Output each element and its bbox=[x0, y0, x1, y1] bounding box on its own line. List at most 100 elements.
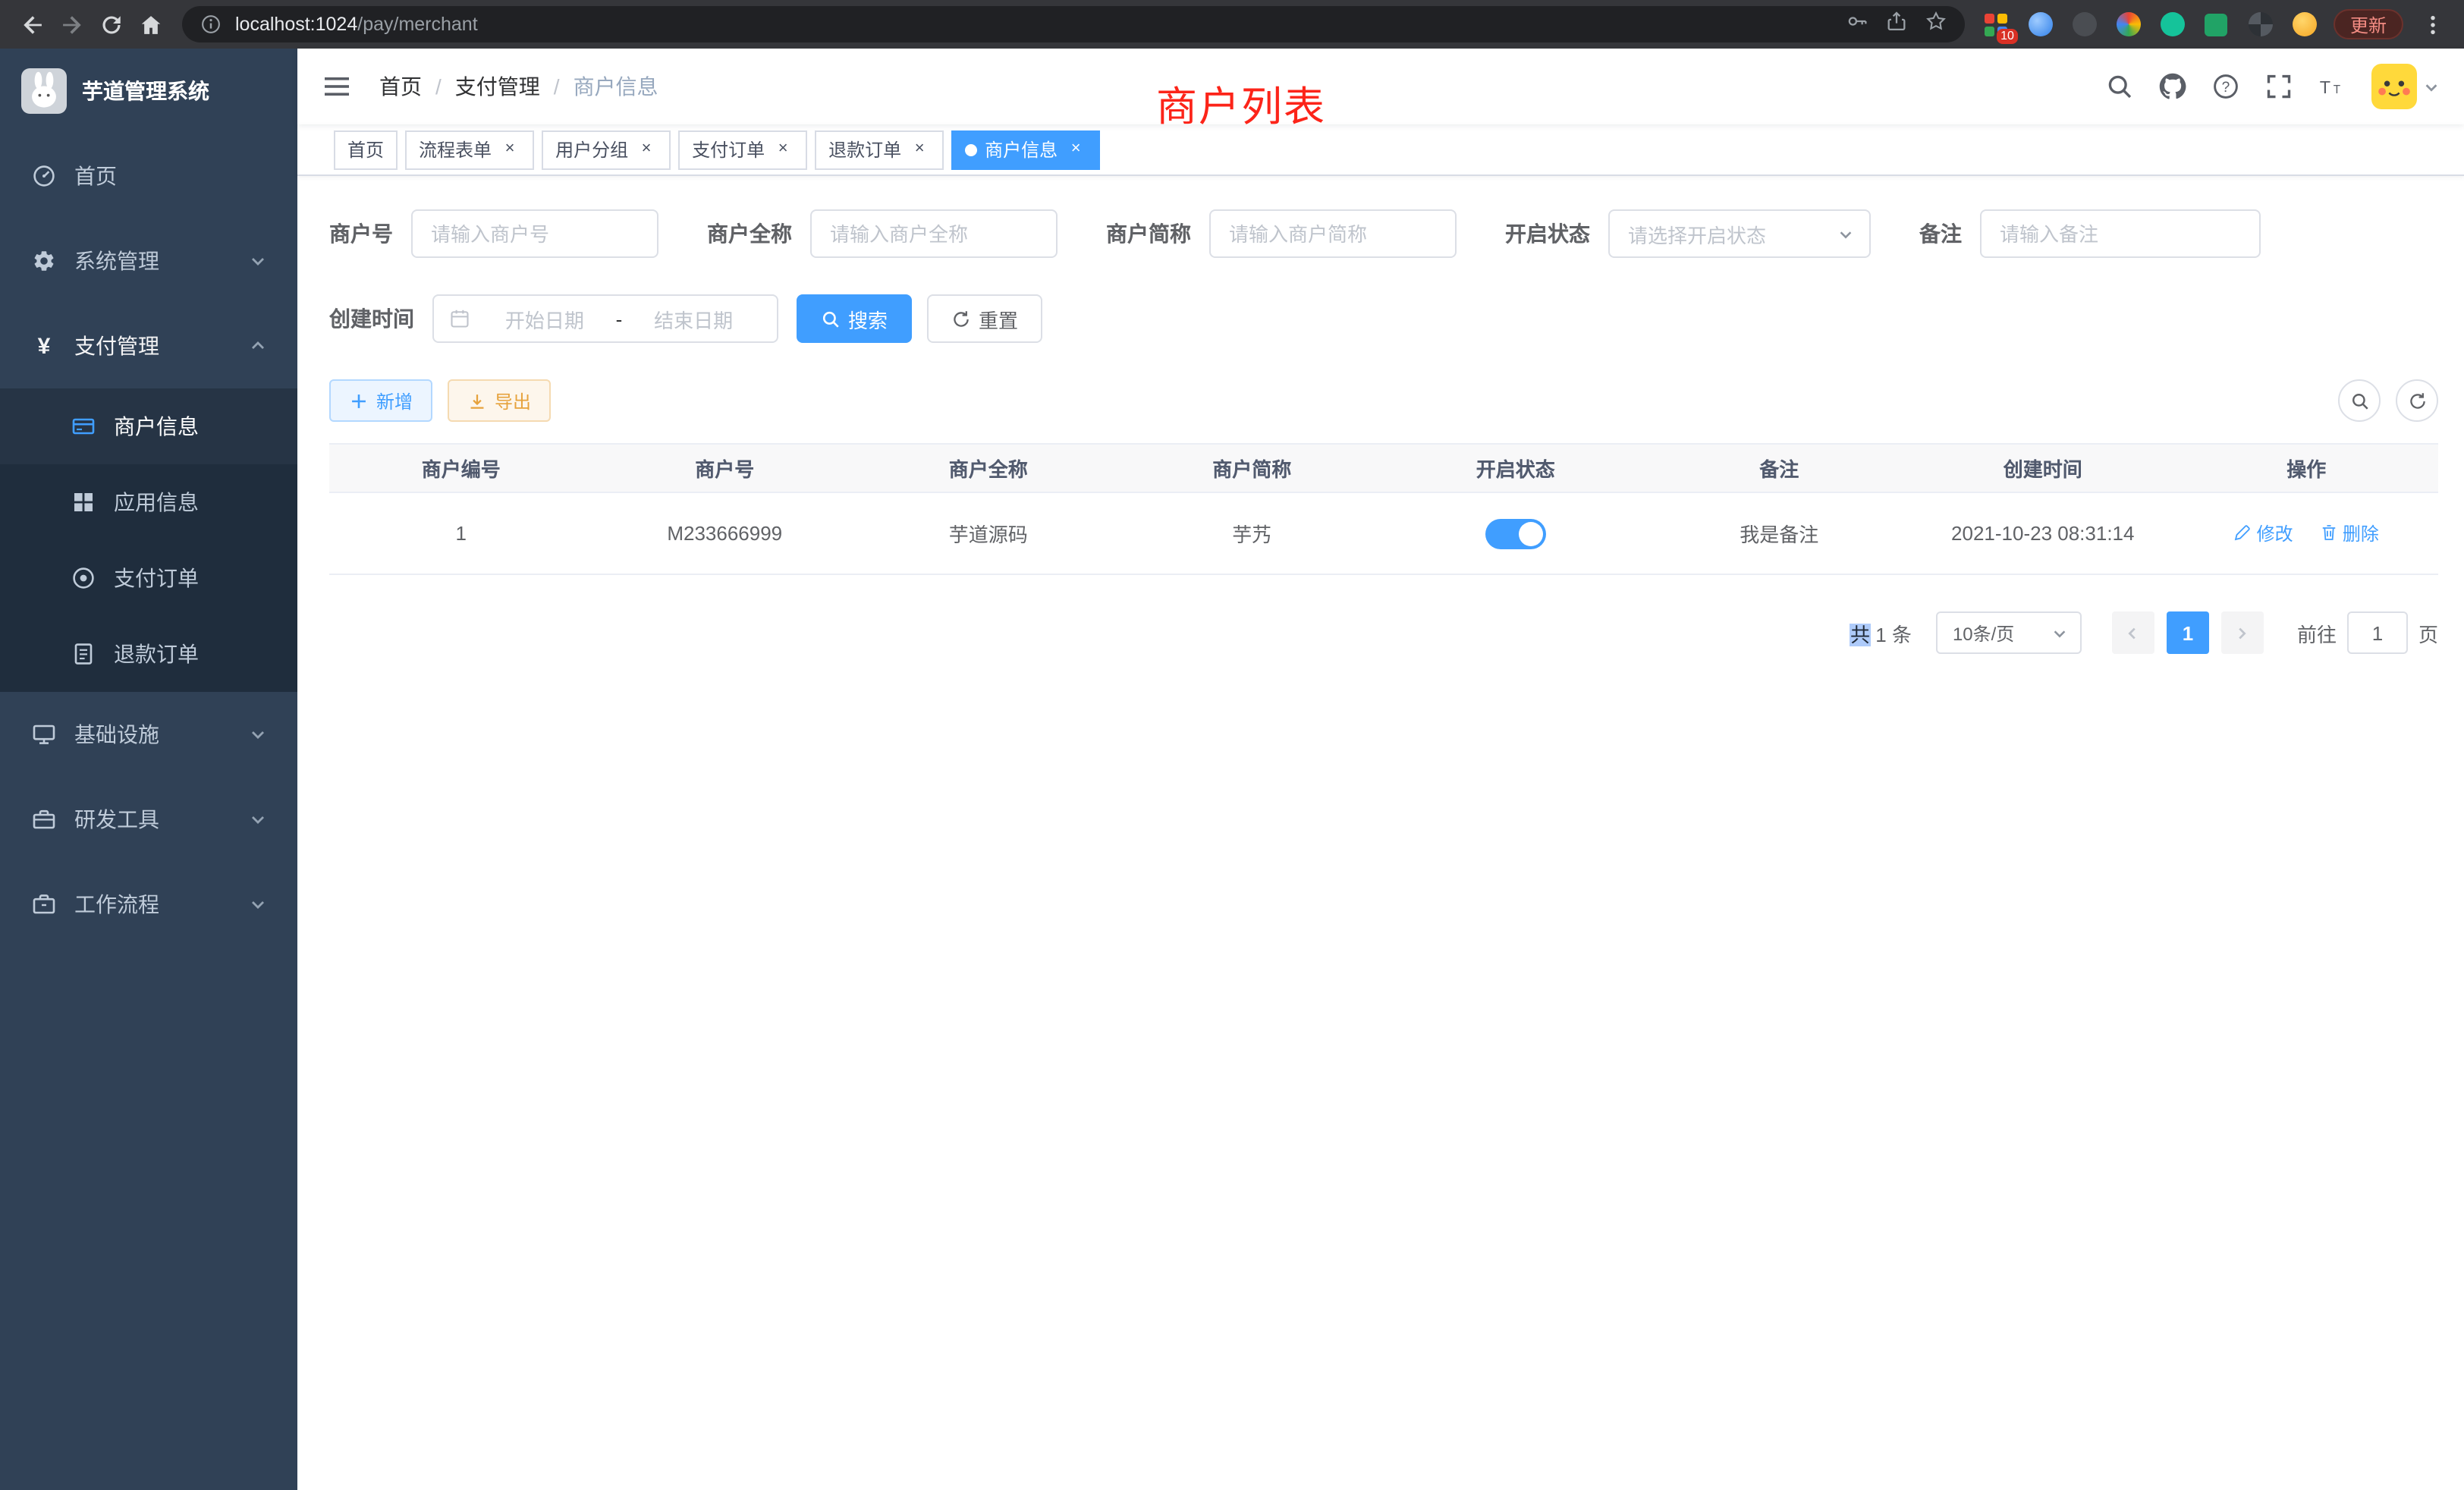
sidebar-item-home[interactable]: 首页 bbox=[0, 134, 297, 218]
page-unit-label: 页 bbox=[2418, 618, 2438, 647]
page-size-select[interactable]: 10条/页 bbox=[1936, 611, 2082, 654]
delete-link[interactable]: 删除 bbox=[2320, 520, 2379, 546]
sidebar-item-payment[interactable]: ¥ 支付管理 bbox=[0, 303, 297, 388]
add-button[interactable]: 新增 bbox=[329, 379, 432, 422]
sidebar-item-app-info[interactable]: 应用信息 bbox=[0, 464, 297, 540]
status-label: 开启状态 bbox=[1505, 218, 1590, 249]
close-icon[interactable]: × bbox=[499, 139, 520, 160]
extension-pinwheel-icon[interactable] bbox=[2241, 5, 2280, 44]
breadcrumb-current: 商户信息 bbox=[574, 71, 658, 102]
chevron-down-icon bbox=[2051, 624, 2068, 641]
prev-page-button[interactable] bbox=[2112, 611, 2154, 654]
password-key-icon[interactable] bbox=[1846, 10, 1868, 39]
sidebar-item-pay-order[interactable]: 支付订单 bbox=[0, 540, 297, 616]
create-time-label: 创建时间 bbox=[329, 303, 414, 334]
browser-update-button[interactable]: 更新 bbox=[2334, 9, 2403, 39]
status-select[interactable]: 请选择开启状态 bbox=[1608, 209, 1871, 258]
goto-page-input[interactable] bbox=[2347, 611, 2408, 654]
browser-forward-icon[interactable] bbox=[52, 5, 91, 44]
search-button[interactable]: 搜索 bbox=[797, 294, 912, 343]
chevron-down-icon bbox=[2423, 78, 2440, 95]
help-icon[interactable]: ? bbox=[2212, 73, 2239, 100]
browser-menu-icon[interactable] bbox=[2412, 5, 2452, 44]
breadcrumb-payment[interactable]: 支付管理 bbox=[455, 71, 540, 102]
tab-user-group[interactable]: 用户分组× bbox=[542, 130, 671, 169]
fullscreen-icon[interactable] bbox=[2265, 73, 2293, 100]
extension-green-square-icon[interactable] bbox=[2197, 5, 2236, 44]
browser-reload-icon[interactable] bbox=[91, 5, 130, 44]
extension-grid-icon[interactable]: 10 bbox=[1977, 5, 2016, 44]
short-name-input[interactable] bbox=[1209, 209, 1457, 258]
table-header-row: 商户编号 商户号 商户全称 商户简称 开启状态 备注 创建时间 操作 bbox=[329, 444, 2438, 492]
github-icon[interactable] bbox=[2159, 73, 2186, 100]
remark-input[interactable] bbox=[1980, 209, 2261, 258]
tab-process-form[interactable]: 流程表单× bbox=[405, 130, 534, 169]
browser-extensions: 10 bbox=[1977, 5, 2324, 44]
address-bar[interactable]: localhost:1024/pay/merchant bbox=[182, 6, 1965, 42]
share-icon[interactable] bbox=[1886, 10, 1907, 39]
browser-home-icon[interactable] bbox=[130, 5, 170, 44]
export-button[interactable]: 导出 bbox=[448, 379, 551, 422]
site-info-icon[interactable] bbox=[200, 14, 222, 35]
edit-link[interactable]: 修改 bbox=[2234, 520, 2293, 546]
merchant-no-input[interactable] bbox=[411, 209, 658, 258]
tab-home[interactable]: 首页 bbox=[334, 130, 398, 169]
toggle-search-icon[interactable] bbox=[2338, 379, 2381, 422]
col-merchant-no: 商户号 bbox=[593, 444, 857, 492]
cell-full-name: 芋道源码 bbox=[856, 492, 1120, 574]
tags-view: 首页 流程表单× 用户分组× 支付订单× 退款订单× 商户信息× bbox=[297, 124, 2464, 176]
page-number-1[interactable]: 1 bbox=[2167, 611, 2209, 654]
extension-face-icon[interactable] bbox=[2285, 5, 2324, 44]
cell-short-name: 芋艿 bbox=[1120, 492, 1384, 574]
search-icon[interactable] bbox=[2106, 73, 2133, 100]
sidebar-item-dev-tools[interactable]: 研发工具 bbox=[0, 777, 297, 862]
document-icon bbox=[70, 642, 97, 666]
page-content: 商户号 商户全称 商户简称 开启状态 请选择开启状态 bbox=[297, 176, 2464, 1490]
extension-dark-circle-icon[interactable] bbox=[2065, 5, 2104, 44]
sidebar-item-infra[interactable]: 基础设施 bbox=[0, 692, 297, 777]
next-page-button[interactable] bbox=[2221, 611, 2264, 654]
extension-drop-icon[interactable] bbox=[2021, 5, 2060, 44]
date-end-placeholder[interactable]: 结束日期 bbox=[625, 304, 762, 333]
sidebar-item-workflow[interactable]: 工作流程 bbox=[0, 862, 297, 947]
cell-merchant-id: 1 bbox=[329, 492, 593, 574]
tab-merchant-info[interactable]: 商户信息× bbox=[951, 130, 1100, 169]
yen-icon: ¥ bbox=[30, 333, 58, 359]
full-name-label: 商户全称 bbox=[707, 218, 792, 249]
date-start-placeholder[interactable]: 开始日期 bbox=[476, 304, 613, 333]
user-avatar[interactable] bbox=[2371, 64, 2440, 109]
breadcrumb-home[interactable]: 首页 bbox=[379, 71, 422, 102]
reset-button[interactable]: 重置 bbox=[927, 294, 1042, 343]
sidebar-item-merchant-info[interactable]: 商户信息 bbox=[0, 388, 297, 464]
tab-refund-order[interactable]: 退款订单× bbox=[815, 130, 944, 169]
col-merchant-id: 商户编号 bbox=[329, 444, 593, 492]
extension-green-circle-icon[interactable] bbox=[2153, 5, 2192, 44]
toolbox-icon bbox=[30, 807, 58, 831]
screenshot-root: localhost:1024/pay/merchant 10 更新 bbox=[0, 0, 2464, 1490]
extension-badge: 10 bbox=[1997, 29, 2018, 44]
tab-pay-order[interactable]: 支付订单× bbox=[678, 130, 807, 169]
chevron-down-icon bbox=[249, 810, 267, 828]
top-navbar: 首页 / 支付管理 / 商户信息 商户列表 ? TT bbox=[297, 49, 2464, 124]
close-icon[interactable]: × bbox=[772, 139, 794, 160]
svg-text:T: T bbox=[2334, 83, 2340, 96]
browser-back-icon[interactable] bbox=[12, 5, 52, 44]
create-time-range-picker[interactable]: 开始日期 - 结束日期 bbox=[432, 294, 778, 343]
logo-avatar bbox=[21, 68, 67, 114]
collapse-sidebar-icon[interactable] bbox=[322, 71, 352, 102]
breadcrumb: 首页 / 支付管理 / 商户信息 bbox=[379, 71, 658, 102]
sidebar-item-system[interactable]: 系统管理 bbox=[0, 218, 297, 303]
close-icon[interactable]: × bbox=[909, 139, 930, 160]
sidebar-item-refund-order[interactable]: 退款订单 bbox=[0, 616, 297, 692]
close-icon[interactable]: × bbox=[636, 139, 657, 160]
extension-rainbow-circle-icon[interactable] bbox=[2109, 5, 2148, 44]
chevron-up-icon bbox=[249, 337, 267, 355]
close-icon[interactable]: × bbox=[1065, 139, 1086, 160]
status-toggle[interactable] bbox=[1485, 518, 1546, 549]
bookmark-star-icon[interactable] bbox=[1925, 10, 1947, 39]
app-logo: 芋道管理系统 bbox=[0, 49, 297, 134]
cell-create-time: 2021-10-23 08:31:14 bbox=[1911, 492, 2175, 574]
font-size-icon[interactable]: TT bbox=[2318, 73, 2346, 100]
full-name-input[interactable] bbox=[810, 209, 1058, 258]
refresh-icon[interactable] bbox=[2396, 379, 2438, 422]
